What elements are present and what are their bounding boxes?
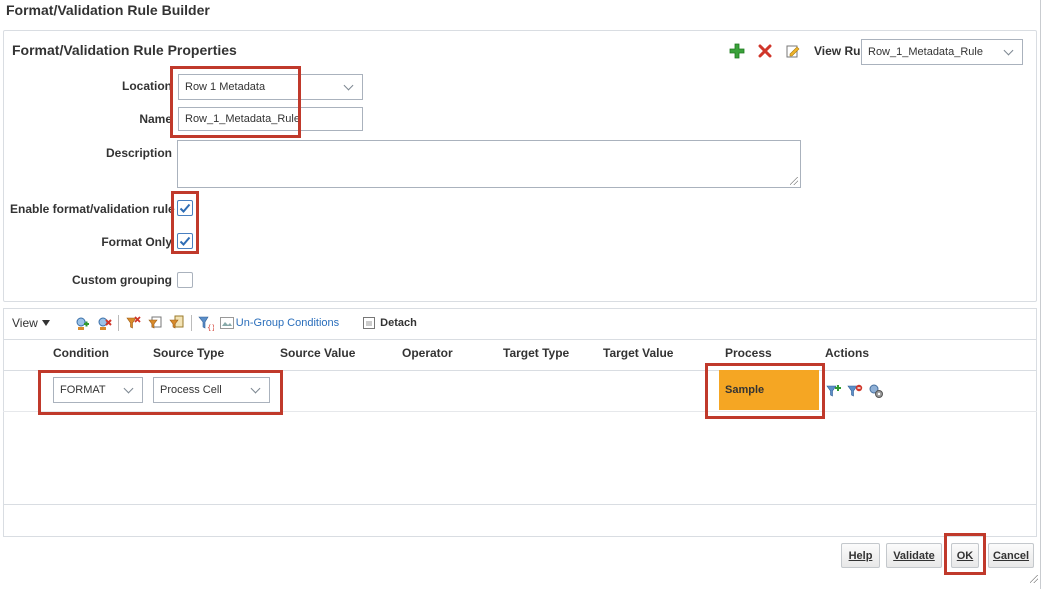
copy-filter-icon[interactable]: [147, 315, 163, 331]
format-only-label: Format Only: [101, 235, 172, 249]
resize-grip-icon[interactable]: [790, 177, 798, 185]
description-label: Description: [105, 146, 172, 160]
highlight-ok: [944, 533, 986, 575]
highlight-location-name: [170, 66, 301, 138]
properties-title: Format/Validation Rule Properties: [12, 42, 237, 58]
ungroup-conditions-button[interactable]: Un-Group Conditions: [219, 317, 340, 329]
add-row-filter-icon[interactable]: [826, 383, 842, 399]
dialog-resize-icon[interactable]: [1030, 575, 1038, 583]
custom-grouping-checkbox[interactable]: [177, 272, 193, 288]
location-label: Location: [122, 79, 172, 93]
add-icon[interactable]: [728, 42, 746, 60]
row-actions: [826, 383, 884, 399]
remove-condition-icon[interactable]: [96, 315, 112, 331]
edit-icon[interactable]: [784, 42, 802, 60]
validate-button[interactable]: Validate: [886, 543, 942, 568]
column-header-source-type[interactable]: Source Type: [153, 346, 224, 360]
column-header-source-value[interactable]: Source Value: [280, 346, 355, 360]
table-footer-separator: [3, 504, 1037, 505]
chevron-down-icon: [1003, 45, 1014, 55]
cancel-button[interactable]: Cancel: [988, 543, 1034, 568]
delete-row-filter-icon[interactable]: [847, 383, 863, 399]
toolbar-separator: [3, 339, 1037, 340]
help-button[interactable]: Help: [841, 543, 880, 568]
svg-text:{}: {}: [207, 324, 214, 331]
view-rule-select[interactable]: Row_1_Metadata_Rule: [861, 39, 1023, 65]
enable-rule-label: Enable format/validation rule: [10, 202, 175, 216]
caret-down-icon: [41, 320, 50, 326]
column-header-target-value[interactable]: Target Value: [603, 346, 673, 360]
column-header-actions[interactable]: Actions: [825, 346, 869, 360]
column-header-target-type[interactable]: Target Type: [503, 346, 569, 360]
add-condition-icon[interactable]: [74, 315, 90, 331]
view-menu-label: View: [12, 316, 38, 330]
window-edge: [1040, 0, 1041, 589]
description-textarea[interactable]: [177, 140, 801, 188]
broken-image-icon: [219, 317, 234, 329]
detach-label: Detach: [380, 317, 417, 329]
chevron-down-icon: [343, 80, 354, 90]
paste-filter-icon[interactable]: [169, 315, 185, 331]
delete-icon[interactable]: [756, 42, 774, 60]
view-menu[interactable]: View: [12, 316, 50, 330]
detach-button[interactable]: Detach: [363, 317, 417, 329]
group-conditions-icon[interactable]: {}: [198, 315, 214, 331]
highlight-process: [705, 363, 825, 419]
dialog-title: Format/Validation Rule Builder: [6, 2, 210, 18]
conditions-panel: [3, 308, 1037, 537]
detach-icon: [363, 317, 376, 329]
column-header-operator[interactable]: Operator: [402, 346, 453, 360]
column-header-condition[interactable]: Condition: [53, 346, 109, 360]
column-header-process[interactable]: Process: [725, 346, 772, 360]
delete-filter-icon[interactable]: [125, 315, 141, 331]
custom-grouping-label: Custom grouping: [72, 273, 172, 287]
highlight-condition-source: [38, 370, 283, 415]
properties-toolbar: View Rule: [728, 42, 870, 60]
row-settings-icon[interactable]: [868, 383, 884, 399]
name-label: Name: [139, 112, 172, 126]
highlight-checkboxes: [171, 191, 199, 254]
conditions-toolbar: View {} Un-Group Conditions Detach: [12, 314, 417, 332]
view-rule-value: Row_1_Metadata_Rule: [868, 46, 983, 58]
ungroup-conditions-label: Un-Group Conditions: [235, 317, 340, 329]
